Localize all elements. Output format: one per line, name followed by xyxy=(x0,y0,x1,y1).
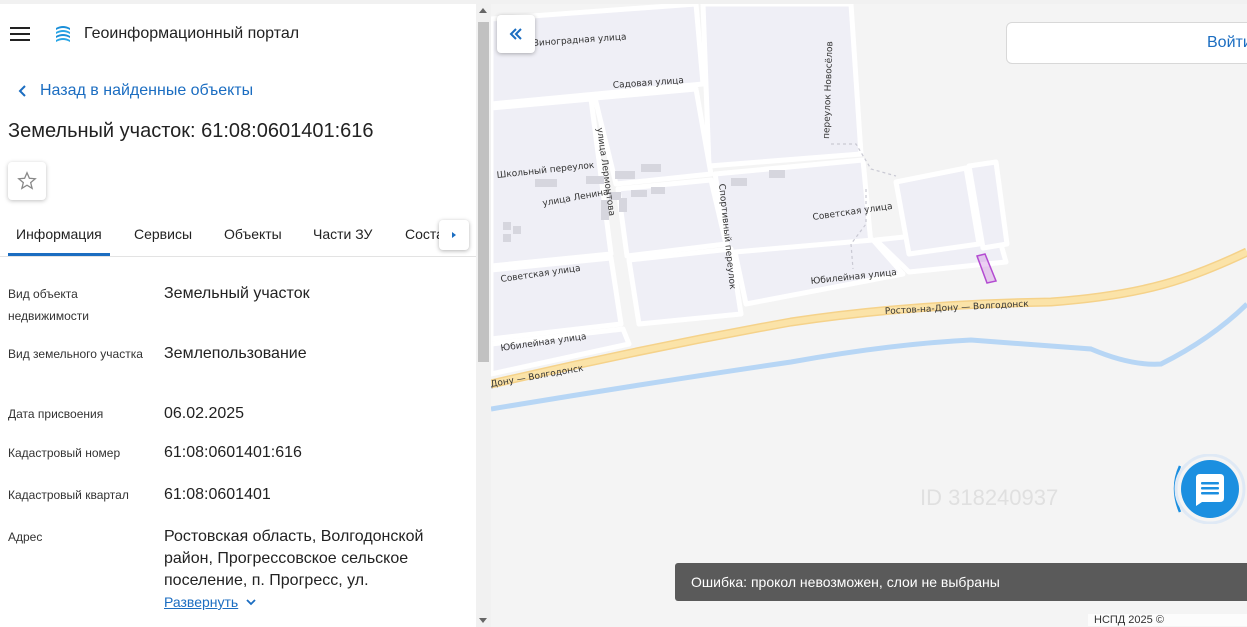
copyright-text: НСПД 2025 © xyxy=(1094,614,1164,626)
chevron-left-icon xyxy=(18,85,26,97)
hamburger-icon[interactable] xyxy=(10,27,30,41)
login-label: Войти xyxy=(1207,34,1247,51)
panel-scrollbar[interactable] xyxy=(476,4,491,627)
info-value: Ростовская область, Волгодонской район, … xyxy=(164,528,424,589)
info-value: 06.02.2025 xyxy=(164,405,245,422)
tab-objects[interactable]: Объекты xyxy=(224,226,282,242)
app-header: Геоинформационный портал xyxy=(0,4,476,60)
info-value: 61:08:0601401 xyxy=(164,486,271,503)
info-label: Кадастровый номер xyxy=(8,446,121,460)
object-title: Земельный участок: 61:08:0601401:616 xyxy=(8,120,374,142)
login-button[interactable]: Войти xyxy=(1006,22,1247,64)
back-link-label: Назад в найденные объекты xyxy=(40,82,254,99)
map-view[interactable]: Виноградная улица Садовая улица переулок… xyxy=(491,4,1247,627)
error-message: Ошибка: прокол невозможен, слои не выбра… xyxy=(691,574,1000,590)
tab-parts[interactable]: Части ЗУ xyxy=(313,226,372,242)
error-toast: Ошибка: прокол невозможен, слои не выбра… xyxy=(675,563,1247,601)
info-label: Вид земельного участка xyxy=(8,347,143,361)
double-chevron-left-icon xyxy=(509,28,522,40)
tab-composition[interactable]: Состав xyxy=(405,226,439,242)
star-icon xyxy=(17,171,37,190)
portal-logo-icon xyxy=(56,26,70,42)
expand-label: Развернуть xyxy=(164,594,239,610)
tabs-scroll-right-button[interactable] xyxy=(439,220,469,250)
collapse-panel-button[interactable] xyxy=(497,15,535,53)
info-value: Земельный участок xyxy=(164,285,310,302)
info-label: Дата присвоения xyxy=(8,407,104,421)
back-to-results-link[interactable]: Назад в найденные объекты xyxy=(14,80,253,102)
chat-icon xyxy=(1196,474,1224,506)
chat-button[interactable] xyxy=(1168,454,1247,524)
town-blocks xyxy=(491,4,1010,377)
scroll-up-arrow-icon[interactable] xyxy=(479,8,487,13)
info-value: Землепользование xyxy=(164,345,307,362)
tabs-bar: Информация Сервисы Объекты Части ЗУ Сост… xyxy=(0,214,476,257)
info-label: Адрес xyxy=(8,530,43,544)
info-value: 61:08:0601401:616 xyxy=(164,444,302,461)
tab-information[interactable]: Информация xyxy=(16,226,102,242)
info-label: Вид объекта недвижимости xyxy=(8,287,89,323)
scroll-thumb[interactable] xyxy=(478,22,489,362)
info-label: Кадастровый квартал xyxy=(8,488,129,502)
active-tab-indicator xyxy=(8,253,110,256)
favorite-button[interactable] xyxy=(8,162,46,200)
chevron-down-icon xyxy=(246,599,256,606)
map-copyright: НСПД 2025 © 20 xyxy=(1088,614,1247,626)
expand-address-link[interactable]: Развернуть xyxy=(164,594,258,610)
app-title: Геоинформационный портал xyxy=(84,25,300,42)
scroll-down-arrow-icon[interactable] xyxy=(479,618,487,623)
triangle-right-icon xyxy=(452,232,456,238)
info-row-address: Адрес Ростовская область, Волгодонской р… xyxy=(8,526,458,592)
map-canvas[interactable]: Виноградная улица Садовая улица переулок… xyxy=(491,4,1247,627)
tab-services[interactable]: Сервисы xyxy=(134,226,192,242)
